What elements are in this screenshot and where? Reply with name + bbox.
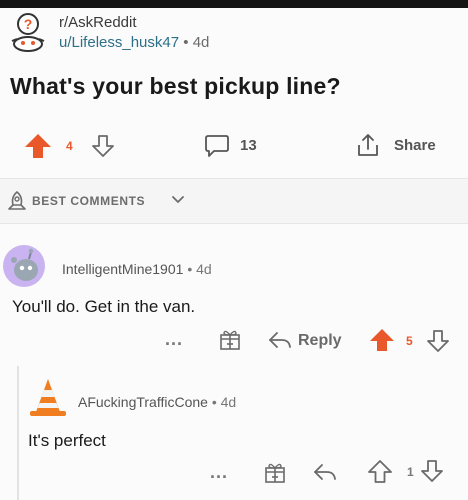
- sort-label[interactable]: BEST COMMENTS: [32, 194, 145, 208]
- thread-line[interactable]: [17, 366, 19, 500]
- comment-author-line: IntelligentMine1901 • 4d: [62, 261, 212, 277]
- comment-author-line: AFuckingTrafficCone • 4d: [78, 394, 236, 410]
- top-edge-bar: [0, 0, 468, 8]
- downvote-arrow-icon[interactable]: [421, 460, 443, 487]
- gift-award-icon[interactable]: [218, 327, 242, 356]
- more-options-button[interactable]: ...: [210, 462, 228, 483]
- traffic-cone-avatar[interactable]: [26, 376, 70, 425]
- downvote-arrow-icon[interactable]: [92, 135, 114, 162]
- reply-button[interactable]: Reply: [298, 332, 342, 350]
- post-title[interactable]: What's your best pickup line?: [10, 73, 341, 100]
- comment-body: You'll do. Get in the van.: [12, 297, 196, 316]
- meta-separator: •: [211, 394, 217, 410]
- subreddit-icon[interactable]: ?: [10, 13, 46, 53]
- post-age: 4d: [192, 34, 210, 51]
- gift-award-icon[interactable]: [263, 460, 287, 489]
- comment-vote-count: 5: [406, 334, 413, 348]
- subreddit-name[interactable]: r/AskReddit: [59, 14, 137, 31]
- comment-count[interactable]: 13: [240, 137, 257, 154]
- chevron-down-icon[interactable]: [171, 193, 185, 212]
- comment-vote-count: 1: [407, 465, 414, 479]
- reply-arrow-icon[interactable]: [313, 462, 337, 487]
- post-author-line: u/Lifeless_husk47 • 4d: [59, 34, 209, 51]
- comment-bubble-icon[interactable]: [204, 134, 230, 163]
- reply-arrow-icon[interactable]: [268, 330, 292, 355]
- svg-text:?: ?: [24, 16, 33, 32]
- upvote-arrow-icon[interactable]: [368, 460, 392, 489]
- share-icon[interactable]: [355, 132, 381, 163]
- comment-age: 4d: [220, 394, 237, 410]
- upvote-arrow-icon[interactable]: [369, 328, 395, 357]
- meta-separator: •: [187, 261, 193, 277]
- post-author[interactable]: u/Lifeless_husk47: [59, 34, 179, 51]
- comment-author[interactable]: IntelligentMine1901: [62, 261, 183, 277]
- upvote-arrow-icon[interactable]: [24, 133, 52, 164]
- share-button[interactable]: Share: [394, 137, 436, 154]
- comment-author[interactable]: AFuckingTrafficCone: [78, 394, 208, 410]
- meta-separator: •: [183, 34, 189, 51]
- post-vote-count: 4: [66, 139, 73, 153]
- rocket-sort-icon[interactable]: [6, 190, 28, 217]
- more-options-button[interactable]: ...: [165, 329, 183, 350]
- snoo-avatar[interactable]: [0, 242, 48, 295]
- comment-age: 4d: [196, 261, 212, 277]
- comment-body: It's perfect: [28, 431, 106, 450]
- downvote-arrow-icon[interactable]: [427, 330, 449, 357]
